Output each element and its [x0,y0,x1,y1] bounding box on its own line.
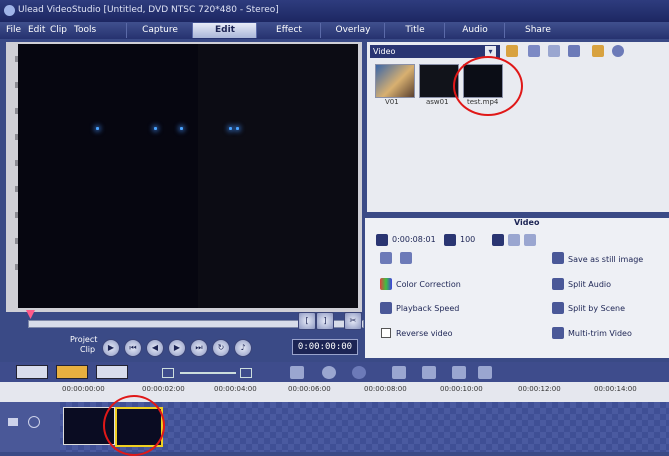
mark-out-button[interactable]: ] [316,312,334,330]
expand-icon[interactable] [612,45,624,57]
smart-proxy-icon[interactable] [452,366,466,379]
menu-clip[interactable]: Clip [50,25,67,35]
zoom-slider[interactable] [180,372,236,374]
mute-icon[interactable] [492,234,504,246]
timeline-view-icon[interactable] [56,365,88,379]
audio-view-icon[interactable] [96,365,128,379]
save-still-icon[interactable] [552,252,564,264]
undo-icon[interactable] [322,366,336,379]
previous-frame-icon[interactable]: ◀ [146,339,164,357]
import-icon[interactable] [592,45,604,57]
stage-light [154,127,157,130]
ruler-tick: 00:00:00:00 [62,385,105,393]
split-audio-icon [552,278,564,290]
volume-field[interactable]: 100 [460,235,475,244]
stage-light [96,127,99,130]
stage-light [236,127,239,130]
redo-icon[interactable] [352,366,366,379]
thumb-label: asw01 [426,98,449,106]
video-track-header[interactable] [0,402,60,452]
home-icon[interactable]: ⏮ [124,339,142,357]
menu-bar: File Edit Clip Tools Capture Edit Effect… [0,22,669,39]
tab-audio[interactable]: Audio [444,23,505,38]
stage-light [180,127,183,130]
rotate-right-icon[interactable] [400,252,412,264]
timeline-ruler[interactable]: 00:00:00:00 00:00:02:00 00:00:04:00 00:0… [0,382,669,402]
volume-icon[interactable]: ♪ [234,339,252,357]
track-manager-icon[interactable] [392,366,406,379]
duration-field[interactable]: 0:00:08:01 [392,235,436,244]
project-mode-label[interactable]: Project [70,335,97,344]
ripple-editing-icon[interactable] [28,416,40,428]
clock-icon [376,234,388,246]
video-track-icon [8,418,18,426]
sort-icon[interactable] [528,45,540,57]
title-bar: Ulead VideoStudio [Untitled, DVD NTSC 72… [0,0,669,22]
split-by-scene-icon [552,302,564,314]
clip-mode-label[interactable]: Clip [80,345,95,354]
render-icon[interactable] [478,366,492,379]
split-audio-button[interactable]: Split Audio [568,280,611,289]
reverse-video-label: Reverse video [396,329,453,338]
ruler-tick: 00:00:06:00 [288,385,331,393]
zoom-in-icon[interactable] [240,368,252,378]
scrubber-handle[interactable] [26,310,35,319]
playback-speed-icon [380,302,392,314]
tab-overlay[interactable]: Overlay [320,23,385,38]
library-thumb-v01[interactable] [375,64,415,98]
fade-in-icon[interactable] [508,234,520,246]
color-correction-button[interactable]: Color Correction [396,280,461,289]
folder-icon[interactable] [506,45,518,57]
ruler-tick: 00:00:10:00 [440,385,483,393]
tab-effect[interactable]: Effect [256,23,321,38]
playback-speed-button[interactable]: Playback Speed [396,304,459,313]
tab-capture[interactable]: Capture [126,23,193,38]
storyboard-view-icon[interactable] [16,365,48,379]
highlight-circle-timeline [103,395,165,456]
ruler-tick: 00:00:08:00 [364,385,407,393]
split-by-scene-button[interactable]: Split by Scene [568,304,625,313]
repeat-icon[interactable]: ↻ [212,339,230,357]
stage-light [229,127,232,130]
end-icon[interactable]: ⏭ [190,339,208,357]
window-title: Ulead VideoStudio [Untitled, DVD NTSC 72… [18,5,279,15]
reverse-video-checkbox[interactable] [381,328,391,338]
menu-file[interactable]: File [6,25,21,35]
multi-trim-icon [552,327,564,339]
chapter-icon[interactable] [422,366,436,379]
mark-in-button[interactable]: [ [298,312,316,330]
app-icon [4,5,15,16]
tab-title[interactable]: Title [384,23,445,38]
rotate-left-icon[interactable] [380,252,392,264]
cut-clip-button[interactable]: ✂ [344,312,362,330]
fit-project-icon[interactable] [290,366,304,379]
menu-tools[interactable]: Tools [74,25,96,35]
zoom-out-icon[interactable] [162,368,174,378]
multi-trim-button[interactable]: Multi-trim Video [568,329,632,338]
fade-out-icon[interactable] [524,234,536,246]
video-preview-right-half [198,44,358,308]
play-icon[interactable]: ▶ [102,339,120,357]
ruler-tick: 00:00:12:00 [518,385,561,393]
highlight-circle-library [453,56,523,116]
grid-icon[interactable] [548,45,560,57]
capture-icon[interactable] [568,45,580,57]
ruler-tick: 00:00:04:00 [214,385,257,393]
color-correction-icon [380,278,392,290]
thumb-label: V01 [385,98,399,106]
ruler-tick: 00:00:14:00 [594,385,637,393]
ruler-tick: 00:00:02:00 [142,385,185,393]
speaker-icon [444,234,456,246]
save-still-button[interactable]: Save as still image [568,255,643,264]
menu-edit[interactable]: Edit [28,25,45,35]
next-frame-icon[interactable]: ▶ [168,339,186,357]
tab-share[interactable]: Share [504,23,571,38]
tab-edit[interactable]: Edit [192,23,257,38]
timecode-display[interactable]: 0:00:00:00 [292,339,358,355]
options-title: Video [514,218,540,227]
